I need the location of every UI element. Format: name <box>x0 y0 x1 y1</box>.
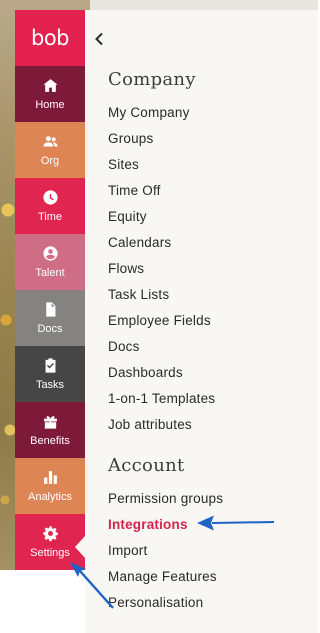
clipboard-check-icon <box>42 357 59 374</box>
background-blank <box>0 570 90 633</box>
nav-label: Talent <box>35 267 65 279</box>
menu-link-calendars[interactable]: Calendars <box>108 235 171 251</box>
nav-label: Docs <box>37 323 63 335</box>
menu-link-task-lists[interactable]: Task Lists <box>108 287 169 303</box>
main-nav-rail: bob Home Org Time Talent Docs Tasks Bene… <box>15 10 85 570</box>
menu-link-import[interactable]: Import <box>108 543 147 559</box>
talent-icon <box>42 245 59 262</box>
menu-link-equity[interactable]: Equity <box>108 209 147 225</box>
menu-link-permission-groups[interactable]: Permission groups <box>108 491 223 507</box>
nav-label: Org <box>40 155 60 167</box>
menu-link-1-on-1-templates[interactable]: 1-on-1 Templates <box>108 391 215 407</box>
menu-link-my-company[interactable]: My Company <box>108 105 190 121</box>
menu-link-manage-features[interactable]: Manage Features <box>108 569 217 585</box>
nav-label: Tasks <box>35 379 65 391</box>
nav-item-benefits[interactable]: Benefits <box>15 402 85 458</box>
nav-item-talent[interactable]: Talent <box>15 234 85 290</box>
nav-label: Benefits <box>30 435 70 447</box>
nav-item-org[interactable]: Org <box>15 122 85 178</box>
document-icon <box>42 301 59 318</box>
nav-item-analytics[interactable]: Analytics <box>15 458 85 514</box>
bob-logo[interactable]: bob <box>15 10 85 66</box>
menu-link-job-attributes[interactable]: Job attributes <box>108 417 192 433</box>
nav-label: Time <box>37 211 63 223</box>
gift-icon <box>42 413 59 430</box>
people-icon <box>42 133 59 150</box>
menu-link-personalisation[interactable]: Personalisation <box>108 595 203 611</box>
company-section-title: Company <box>108 69 196 90</box>
chevron-left-icon <box>94 32 104 51</box>
nav-label: Analytics <box>27 491 73 503</box>
panel-pointer <box>75 536 85 558</box>
gear-icon <box>42 525 59 542</box>
nav-item-home[interactable]: Home <box>15 66 85 122</box>
menu-link-sites[interactable]: Sites <box>108 157 139 173</box>
menu-link-dashboards[interactable]: Dashboards <box>108 365 183 381</box>
menu-link-integrations[interactable]: Integrations <box>108 517 188 533</box>
nav-item-time[interactable]: Time <box>15 178 85 234</box>
menu-link-docs[interactable]: Docs <box>108 339 140 355</box>
nav-item-tasks[interactable]: Tasks <box>15 346 85 402</box>
menu-link-employee-fields[interactable]: Employee Fields <box>108 313 211 329</box>
bar-chart-icon <box>42 469 59 486</box>
menu-link-flows[interactable]: Flows <box>108 261 144 277</box>
menu-link-groups[interactable]: Groups <box>108 131 153 147</box>
clock-icon <box>42 189 59 206</box>
home-icon <box>42 77 59 94</box>
nav-label: Settings <box>30 547 70 559</box>
nav-item-docs[interactable]: Docs <box>15 290 85 346</box>
nav-label: Home <box>35 99 65 111</box>
menu-link-time-off[interactable]: Time Off <box>108 183 161 199</box>
account-section-title: Account <box>108 455 185 476</box>
collapse-panel-button[interactable] <box>92 32 106 50</box>
